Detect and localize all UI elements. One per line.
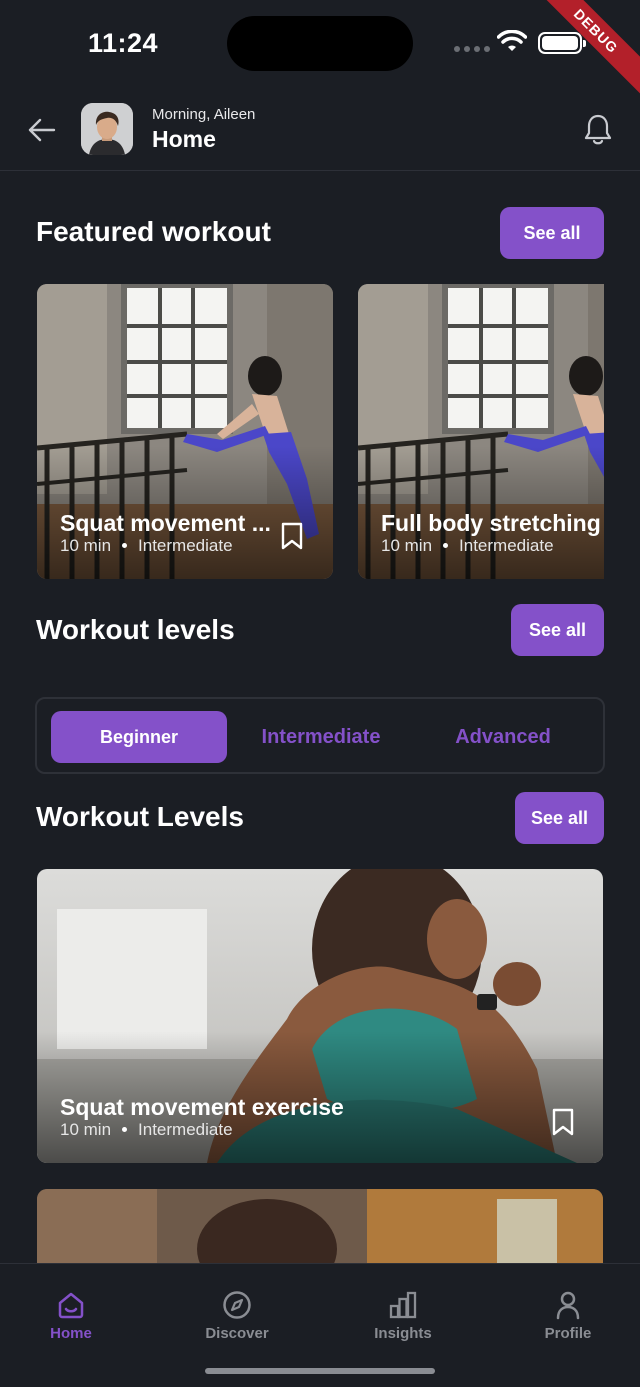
tab-beginner[interactable]: Beginner xyxy=(51,711,227,763)
card-title: Squat movement ... xyxy=(60,510,271,536)
bar-chart-icon xyxy=(389,1291,417,1319)
nav-item-insights[interactable]: Insights xyxy=(343,1290,463,1342)
workout-level-card[interactable]: Squat movement exercise 10 min Intermedia… xyxy=(37,869,603,1163)
levels-section-title: Workout levels xyxy=(36,614,235,645)
card-duration: 10 min xyxy=(381,536,433,555)
featured-workout-card[interactable]: Full body stretching 10 min Intermediate xyxy=(358,284,604,579)
card-level: Intermediate xyxy=(459,536,554,555)
page-title: Home xyxy=(152,126,216,152)
nav-item-discover[interactable]: Discover xyxy=(177,1290,297,1342)
battery-icon xyxy=(538,32,586,54)
level-segmented-control: Beginner Intermediate Advanced xyxy=(35,697,605,774)
nav-item-profile[interactable]: Profile xyxy=(508,1290,628,1342)
featured-section-title: Featured workout xyxy=(36,216,271,247)
signal-icon xyxy=(454,46,490,52)
levels-see-all-button[interactable]: See all xyxy=(511,604,604,656)
wifi-icon xyxy=(497,30,527,51)
levels-list-section-title: Workout Levels xyxy=(36,801,244,832)
app-header: Morning, Aileen Home xyxy=(0,90,640,171)
nav-label: Insights xyxy=(374,1325,432,1342)
card-meta: 10 min Intermediate xyxy=(381,536,554,556)
card-level: Intermediate xyxy=(138,1120,233,1139)
featured-workout-card[interactable]: Squat movement ... 10 min Intermediate xyxy=(37,284,333,579)
home-icon xyxy=(58,1292,84,1319)
card-title: Squat movement exercise xyxy=(60,1094,344,1120)
workout-photo xyxy=(37,1189,603,1263)
person-icon xyxy=(556,1291,580,1320)
dynamic-island xyxy=(227,16,413,71)
compass-icon xyxy=(223,1291,251,1319)
home-indicator xyxy=(205,1368,435,1374)
avatar[interactable] xyxy=(81,103,133,155)
tab-advanced[interactable]: Advanced xyxy=(415,711,591,763)
bookmark-icon[interactable] xyxy=(552,1108,574,1136)
tab-intermediate[interactable]: Intermediate xyxy=(233,711,409,763)
card-duration: 10 min xyxy=(60,536,112,555)
card-meta: 10 min Intermediate xyxy=(60,1120,233,1140)
levels-list-see-all-button[interactable]: See all xyxy=(515,792,604,844)
nav-label: Profile xyxy=(544,1325,592,1342)
nav-label: Home xyxy=(50,1325,92,1342)
featured-see-all-button[interactable]: See all xyxy=(500,207,604,259)
bookmark-icon[interactable] xyxy=(281,522,303,550)
status-time: 11:24 xyxy=(88,28,159,58)
card-level: Intermediate xyxy=(138,536,233,555)
workout-level-card[interactable] xyxy=(37,1189,603,1263)
card-meta: 10 min Intermediate xyxy=(60,536,233,556)
nav-label: Discover xyxy=(205,1325,269,1342)
bell-icon[interactable] xyxy=(582,112,614,146)
status-bar: 11:24 DEBUG xyxy=(0,0,640,104)
card-duration: 10 min xyxy=(60,1120,112,1139)
nav-item-home[interactable]: Home xyxy=(11,1290,131,1342)
greeting-text: Morning, Aileen xyxy=(152,106,256,123)
arrow-left-icon[interactable] xyxy=(26,114,58,146)
card-title: Full body stretching xyxy=(381,510,601,536)
